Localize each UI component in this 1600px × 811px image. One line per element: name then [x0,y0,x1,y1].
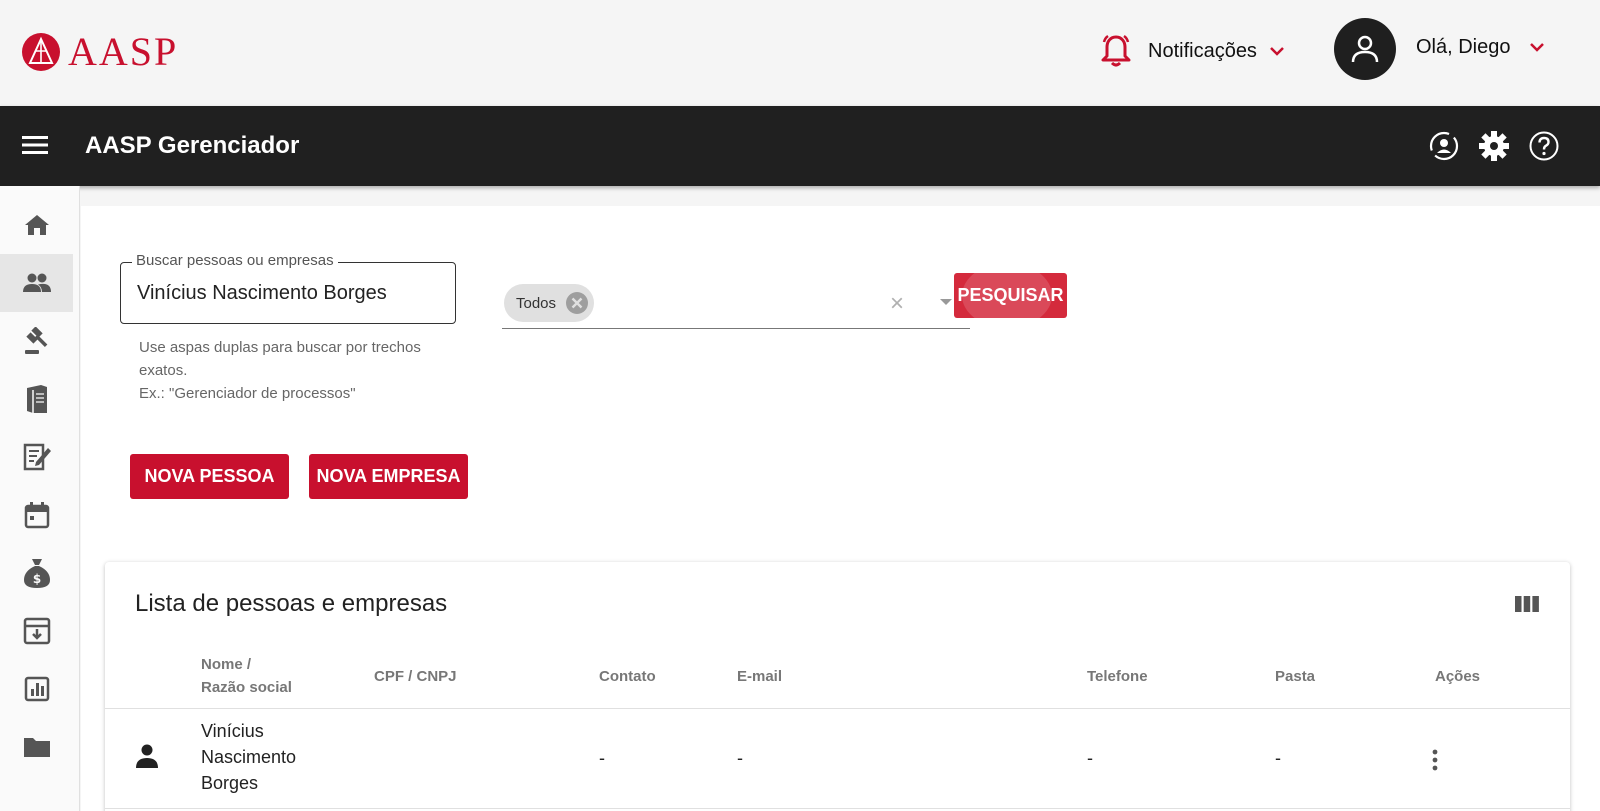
search-input-label: Buscar pessoas ou empresas [132,252,338,269]
sidebar-item-books[interactable] [0,370,73,428]
svg-text:$: $ [32,572,40,586]
column-header-folder[interactable]: Pasta [1275,665,1315,688]
sidebar-item-people[interactable] [0,254,73,312]
home-icon [24,215,49,235]
column-header-name-line2: Razão social [201,679,292,696]
table-cell-email: - [737,748,743,768]
notifications-label: Notificações [1148,39,1257,62]
folder-icon [23,738,50,757]
people-icon [22,273,51,292]
new-company-button[interactable]: NOVA EMPRESA [309,454,468,499]
search-input[interactable]: Vinícius Nascimento Borges [120,262,456,324]
sidebar-item-processes[interactable] [0,312,73,370]
book-icon [26,385,47,413]
sidebar-item-documents[interactable] [0,428,73,486]
user-menu[interactable]: Olá, Diego [1334,18,1545,80]
sidebar-item-finance[interactable]: $ [0,544,73,602]
app-title: AASP Gerenciador [85,132,300,159]
chart-icon [24,676,49,702]
column-header-name[interactable]: Nome / Razão social [201,653,292,699]
search-helper-text: Use aspas duplas para buscar por trechos… [139,336,439,405]
avatar [1334,18,1396,80]
sidebar-item-archive[interactable] [0,602,73,660]
user-greeting: Olá, Diego [1416,35,1511,58]
search-input-value[interactable]: Vinícius Nascimento Borges [137,282,387,305]
aasp-logo-icon [22,33,60,71]
logo-text: AASP [68,29,179,74]
notifications-menu[interactable]: Notificações [1100,34,1285,68]
column-header-phone[interactable]: Telefone [1087,665,1148,688]
column-header-cpf[interactable]: CPF / CNPJ [374,665,457,688]
top-header: AASP Notificações Olá, Diego [0,0,1600,106]
column-header-actions: Ações [1435,668,1481,685]
row-name-line3: Borges [201,773,259,793]
new-person-button[interactable]: NOVA PESSOA [130,454,289,499]
table-title: Lista de pessoas e empresas [135,590,448,617]
search-helper-example: Ex.: "Gerenciador de processos" [139,385,356,402]
search-button[interactable]: PESQUISAR [954,273,1067,318]
app-bar: AASP Gerenciador [0,106,1600,186]
table-header-divider [105,708,1570,709]
hamburger-menu-icon[interactable] [22,134,48,156]
column-header-email[interactable]: E-mail [737,665,782,688]
edit-document-icon [23,443,51,471]
aasp-logo[interactable]: AASP [22,29,179,74]
filter-chip: Todos [504,284,595,322]
gavel-icon [24,327,47,354]
table-cell-contact: - [599,748,605,768]
sidebar: $ [0,186,80,811]
search-helper-line: Use aspas duplas para buscar por trechos… [139,339,421,379]
gear-icon[interactable] [1478,130,1510,162]
dropdown-arrow-icon[interactable] [940,299,952,305]
sidebar-item-reports[interactable] [0,660,73,718]
sidebar-item-home[interactable] [0,196,73,254]
clear-filter-icon[interactable]: × [890,290,904,318]
calendar-icon [24,502,49,529]
account-sync-icon[interactable] [1428,130,1460,162]
filter-chip-label: Todos [516,294,557,312]
table-cell-phone: - [1087,748,1093,768]
help-icon[interactable] [1528,130,1560,162]
person-icon [136,744,158,768]
table-row-divider [105,808,1570,809]
money-bag-icon: $ [23,559,50,588]
people-companies-table: Lista de pessoas e empresas Nome / Razão… [105,562,1570,811]
search-button-label: PESQUISAR [957,285,1064,305]
row-name-line2: Nascimento [201,747,297,767]
sidebar-item-calendar[interactable] [0,486,73,544]
row-name-line1: Vinícius [201,721,264,741]
column-header-contact[interactable]: Contato [599,665,656,688]
chevron-down-icon [1529,43,1544,52]
table-row-name[interactable]: Vinícius Nascimento Borges [201,718,296,796]
user-icon [1351,35,1379,63]
type-filter-select[interactable]: Todos × [502,282,970,329]
sidebar-item-folders[interactable] [0,718,73,776]
more-actions-icon[interactable] [1431,748,1439,772]
chip-remove-icon[interactable] [564,290,590,316]
archive-download-icon [23,617,50,645]
column-header-name-line1: Nome / [201,656,252,673]
view-columns-icon[interactable] [1515,594,1539,614]
chevron-down-icon [1270,47,1284,56]
bell-icon [1101,34,1131,67]
table-cell-folder: - [1275,748,1281,768]
